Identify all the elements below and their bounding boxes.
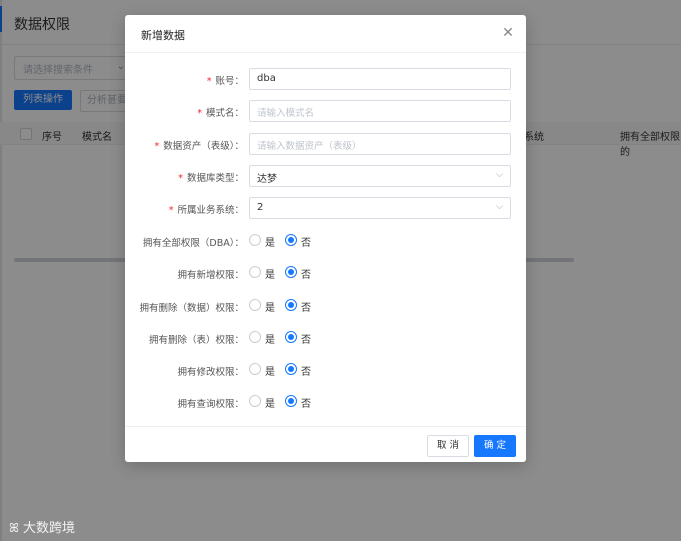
permission-label: 拥有删除（表）权限： (148, 335, 244, 346)
required-mark: * (197, 108, 202, 119)
watermark-logo-icon: ꕤ (9, 521, 19, 535)
radio-no[interactable] (285, 299, 297, 311)
radio-yes-label[interactable]: 是 (265, 363, 275, 378)
radio-yes[interactable] (249, 299, 261, 311)
permission-label: 拥有查询权限： (177, 399, 244, 410)
radio-no-label[interactable]: 否 (301, 363, 311, 378)
db-type-value: 达梦 (257, 174, 277, 185)
radio-yes[interactable] (249, 363, 261, 375)
radio-yes[interactable] (249, 234, 261, 246)
required-mark: * (154, 141, 160, 152)
account-label: * 账号： (206, 76, 244, 87)
asset-input[interactable]: 请输入数据资产（表级） (249, 133, 511, 155)
biz-system-value: 2 (257, 202, 264, 213)
radio-no[interactable] (285, 331, 297, 343)
account-value: dba (257, 73, 276, 84)
radio-no[interactable] (285, 395, 297, 407)
permission-label: 拥有新增权限： (177, 270, 244, 281)
radio-no-label[interactable]: 否 (301, 331, 311, 346)
radio-yes-label[interactable]: 是 (265, 266, 275, 281)
db-type-row: * 数据库类型： 达梦 ⌵ (125, 165, 526, 187)
db-type-label: * 数据库类型： (178, 173, 244, 184)
schema-placeholder: 请输入模式名 (257, 108, 315, 119)
required-mark: * (178, 173, 183, 184)
radio-no[interactable] (285, 363, 297, 375)
radio-no-label[interactable]: 否 (301, 234, 311, 249)
permission-row: 拥有删除（数据）权限： 是 否 (125, 295, 526, 317)
db-type-select[interactable]: 达梦 ⌵ (249, 165, 511, 187)
permission-row: 拥有删除（表）权限： 是 否 (125, 327, 526, 349)
schema-row: * 模式名： 请输入模式名 (125, 100, 526, 122)
biz-system-select[interactable]: 2 ⌵ (249, 197, 511, 219)
account-row: * 账号： dba (125, 68, 526, 90)
schema-input[interactable]: 请输入模式名 (249, 100, 511, 122)
chevron-down-icon: ⌵ (496, 202, 503, 212)
radio-yes-label[interactable]: 是 (265, 234, 275, 249)
radio-no-label[interactable]: 否 (301, 299, 311, 314)
required-mark: * (206, 76, 212, 87)
radio-yes-label[interactable]: 是 (265, 395, 275, 410)
permission-row: 拥有全部权限（DBA）： 是 否 (125, 230, 526, 252)
permission-row: 拥有修改权限： 是 否 (125, 359, 526, 381)
required-mark: * (168, 205, 174, 216)
permission-label: 拥有修改权限： (177, 367, 244, 378)
radio-yes[interactable] (249, 266, 261, 278)
asset-row: * 数据资产（表级）： 请输入数据资产（表级） (125, 133, 526, 155)
permission-row: 拥有查询权限： 是 否 (125, 391, 526, 413)
biz-system-label: * 所属业务系统： (168, 205, 244, 216)
close-icon[interactable]: ✕ (498, 23, 518, 43)
chevron-down-icon: ⌵ (496, 170, 503, 180)
radio-yes[interactable] (249, 395, 261, 407)
permission-row: 拥有新增权限： 是 否 (125, 262, 526, 284)
cancel-button[interactable]: 取 消 (427, 435, 469, 457)
radio-no-label[interactable]: 否 (301, 395, 311, 410)
asset-label: * 数据资产（表级）： (154, 141, 244, 152)
modal-header: 新增数据 ✕ (125, 15, 526, 53)
permission-label: 拥有全部权限（DBA）： (142, 238, 244, 249)
add-data-modal: 新增数据 ✕ * 账号： dba * 模式名： 请输入模式名 * 数据资产（表级）： … (125, 15, 526, 462)
radio-no-label[interactable]: 否 (301, 266, 311, 281)
confirm-button[interactable]: 确 定 (474, 435, 516, 457)
modal-footer: 取 消 确 定 (125, 426, 526, 463)
radio-no[interactable] (285, 234, 297, 246)
radio-yes[interactable] (249, 331, 261, 343)
schema-label: * 模式名： (197, 108, 244, 119)
radio-yes-label[interactable]: 是 (265, 299, 275, 314)
account-input[interactable]: dba (249, 68, 511, 90)
modal-title: 新增数据 (141, 29, 185, 42)
biz-system-row: * 所属业务系统： 2 ⌵ (125, 197, 526, 219)
asset-placeholder: 请输入数据资产（表级） (257, 141, 362, 152)
permission-label: 拥有删除（数据）权限： (139, 303, 244, 314)
radio-yes-label[interactable]: 是 (265, 331, 275, 346)
radio-no[interactable] (285, 266, 297, 278)
watermark: ꕤ 大数跨境 (9, 521, 75, 536)
